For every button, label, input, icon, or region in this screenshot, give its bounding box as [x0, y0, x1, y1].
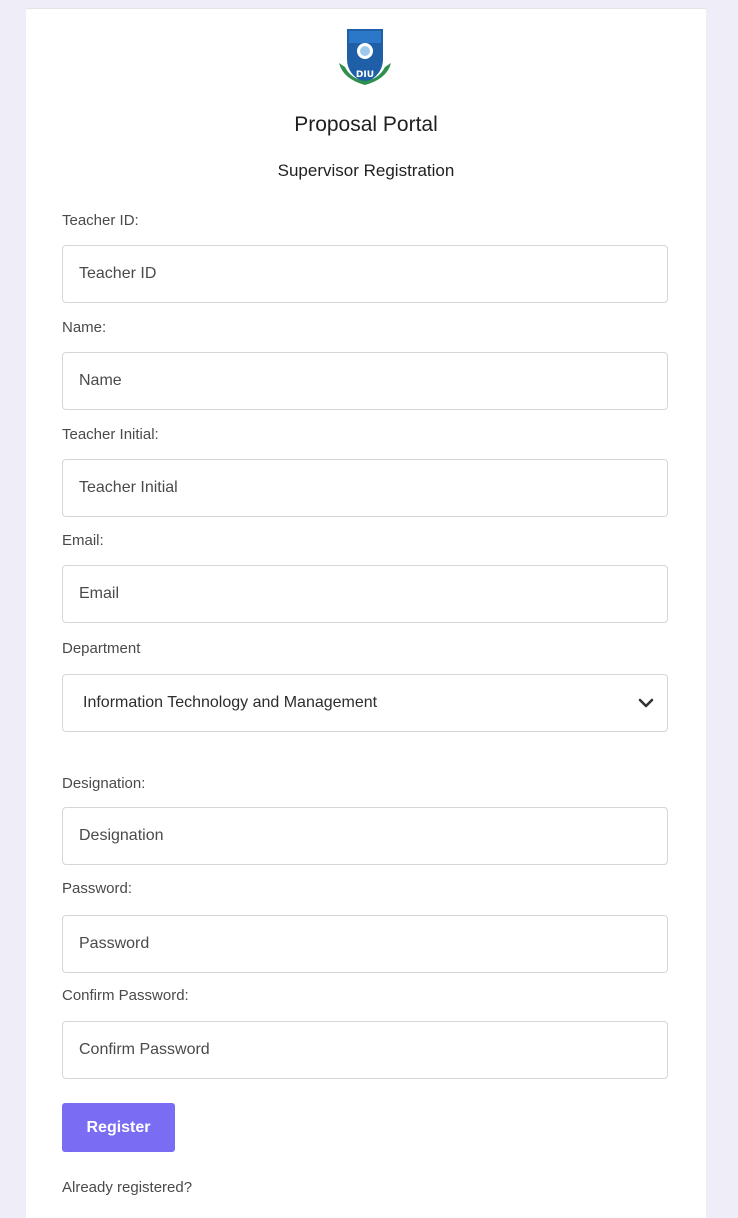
department-select[interactable]: Information Technology and Management: [62, 674, 668, 732]
password-label: Password:: [62, 880, 133, 897]
department-label: Department: [62, 640, 141, 657]
email-label: Email:: [62, 532, 104, 549]
password-input[interactable]: [63, 916, 667, 972]
teacher-id-input[interactable]: [63, 246, 667, 302]
teacher-initial-field[interactable]: [62, 459, 668, 517]
designation-label: Designation:: [62, 775, 146, 792]
chevron-down-icon: [638, 698, 654, 708]
designation-input[interactable]: [63, 808, 667, 864]
confirm-password-input[interactable]: [63, 1022, 667, 1078]
confirm-password-field[interactable]: [62, 1021, 668, 1079]
teacher-id-label: Teacher ID:: [62, 212, 139, 229]
teacher-initial-label: Teacher Initial:: [62, 426, 159, 443]
name-field[interactable]: [62, 352, 668, 410]
diu-logo: DIU: [339, 29, 391, 85]
registration-card: DIU Proposal Portal Supervisor Registrat…: [26, 8, 706, 1218]
register-button[interactable]: Register: [62, 1103, 175, 1152]
page-subtitle: Supervisor Registration: [277, 161, 455, 180]
teacher-id-field[interactable]: [62, 245, 668, 303]
password-field[interactable]: [62, 915, 668, 973]
department-selected-value: Information Technology and Management: [83, 694, 378, 711]
designation-field[interactable]: [62, 807, 668, 865]
svg-text:DIU: DIU: [356, 70, 374, 80]
email-field[interactable]: [62, 565, 668, 623]
teacher-initial-input[interactable]: [63, 460, 667, 516]
page-title: Proposal Portal: [294, 113, 438, 136]
confirm-password-label: Confirm Password:: [62, 987, 189, 1004]
already-registered-link[interactable]: Already registered?: [62, 1179, 192, 1196]
email-input[interactable]: [63, 566, 667, 622]
name-label: Name:: [62, 319, 107, 336]
name-input[interactable]: [63, 353, 667, 409]
